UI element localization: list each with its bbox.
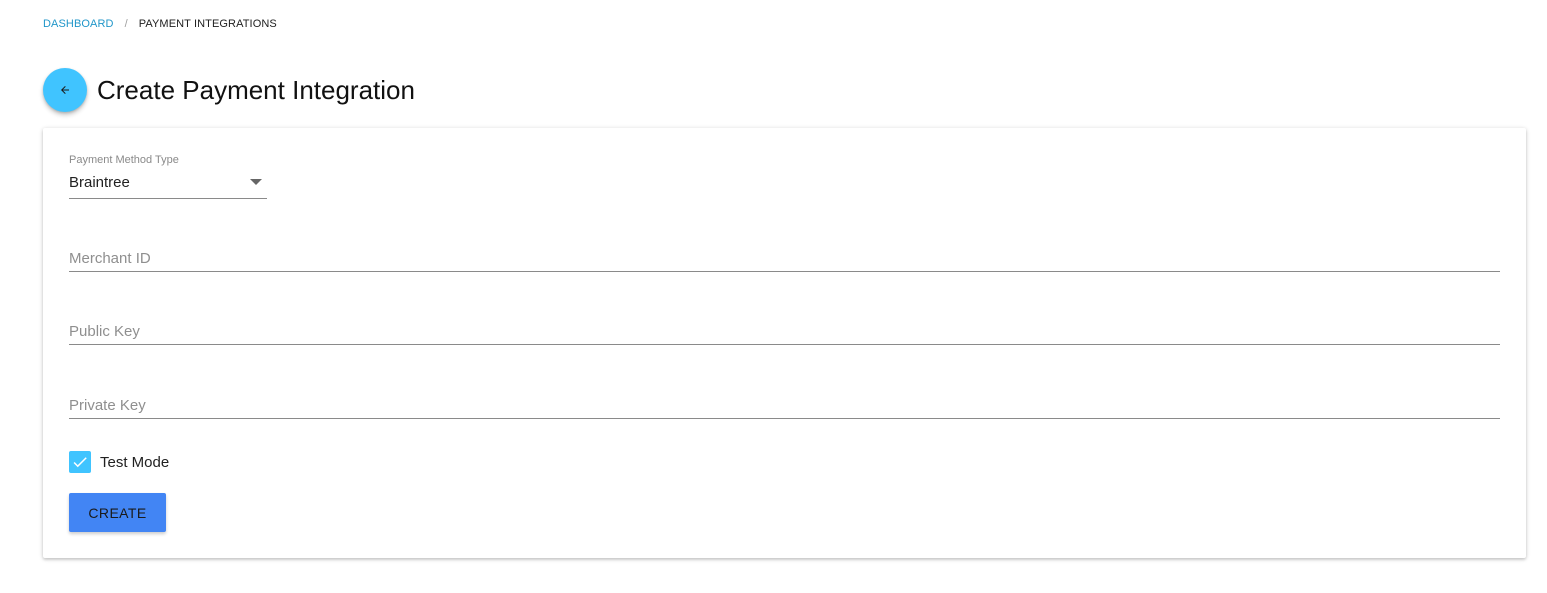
page-title: Create Payment Integration xyxy=(97,75,415,105)
breadcrumb-separator: / xyxy=(124,18,128,30)
private-key-field-wrapper xyxy=(69,390,1500,419)
payment-method-value: Braintree xyxy=(69,174,130,191)
merchant-id-field-wrapper xyxy=(69,243,1500,272)
breadcrumb-dashboard-link[interactable]: DASHBOARD xyxy=(43,18,114,30)
chevron-down-icon xyxy=(250,179,262,185)
public-key-input[interactable] xyxy=(69,323,1500,340)
checkmark-icon xyxy=(73,457,87,468)
form-card: Payment Method Type Braintree Test Mode … xyxy=(43,128,1526,558)
back-button[interactable] xyxy=(43,68,87,112)
breadcrumb: DASHBOARD / PAYMENT INTEGRATIONS xyxy=(43,18,277,30)
create-button[interactable]: CREATE xyxy=(69,493,166,532)
public-key-field-wrapper xyxy=(69,316,1500,345)
test-mode-checkbox[interactable] xyxy=(69,451,91,473)
private-key-input[interactable] xyxy=(69,397,1500,414)
breadcrumb-current: PAYMENT INTEGRATIONS xyxy=(138,18,277,30)
payment-method-label: Payment Method Type xyxy=(69,154,179,166)
payment-method-select[interactable]: Payment Method Type Braintree xyxy=(69,154,267,199)
test-mode-row[interactable]: Test Mode xyxy=(69,450,169,474)
arrow-left-icon xyxy=(61,86,69,94)
test-mode-label: Test Mode xyxy=(100,453,170,471)
merchant-id-input[interactable] xyxy=(69,250,1500,267)
